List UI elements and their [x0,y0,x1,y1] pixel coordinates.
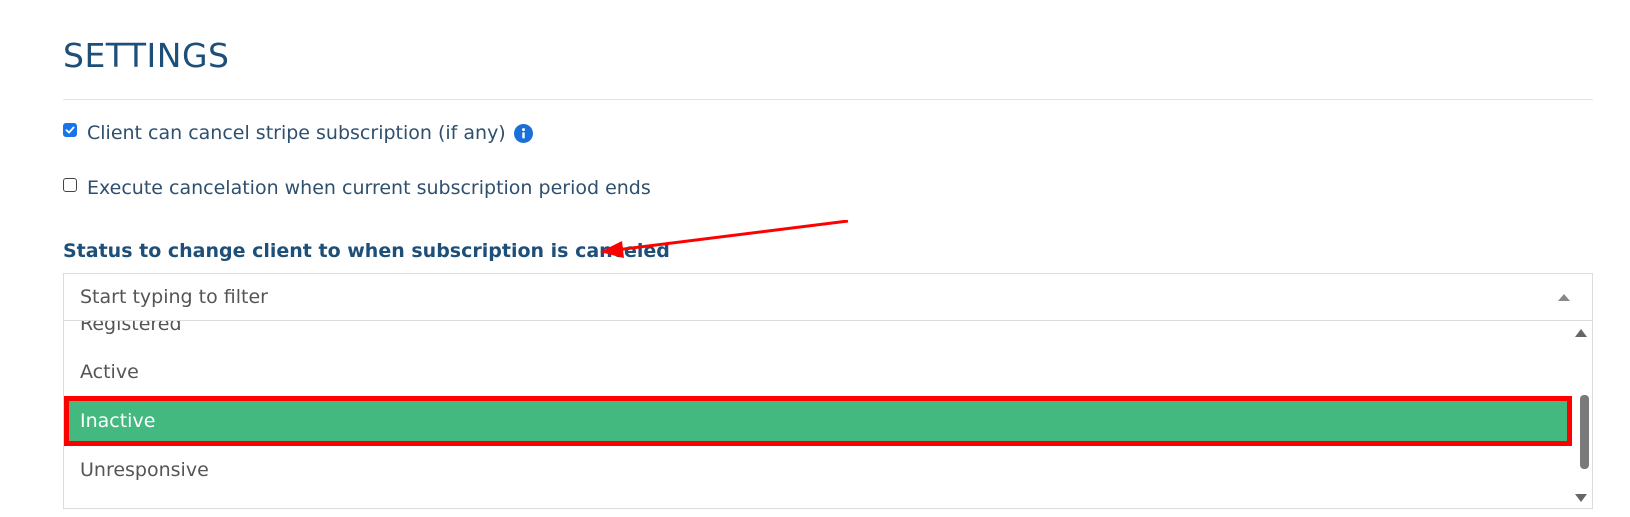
execute-at-period-end-option[interactable]: Execute cancelation when current subscri… [63,177,651,199]
settings-page: SETTINGS Client can cancel stripe subscr… [0,0,1630,517]
dropdown-option-registered[interactable]: Registered [64,321,1572,349]
caret-up-icon[interactable] [1558,294,1570,301]
cancel-subscription-option[interactable]: Client can cancel stripe subscription (i… [63,122,533,144]
checkmark-icon [65,126,75,134]
status-select-placeholder: Start typing to filter [80,286,268,308]
scrollbar-thumb[interactable] [1580,395,1589,469]
scroll-down-icon[interactable] [1575,494,1587,502]
annotation-arrow-icon [600,220,849,258]
dropdown-option-inactive[interactable]: Inactive [64,396,1572,446]
title-divider [63,99,1593,100]
page-title: SETTINGS [63,36,230,75]
cancel-subscription-label: Client can cancel stripe subscription (i… [87,122,506,144]
info-icon[interactable] [513,123,533,143]
dropdown-option-active[interactable]: Active [64,347,1572,397]
dropdown-option-unresponsive[interactable]: Unresponsive [64,445,1572,495]
status-dropdown-list[interactable]: Registered Active Inactive Unresponsive [63,321,1593,509]
cancel-subscription-checkbox[interactable] [63,123,77,137]
status-field-label: Status to change client to when subscrip… [63,240,670,262]
execute-at-period-end-label: Execute cancelation when current subscri… [87,177,651,199]
status-select-input[interactable]: Start typing to filter [63,273,1593,321]
scroll-up-icon[interactable] [1575,329,1587,337]
execute-at-period-end-checkbox[interactable] [63,178,77,192]
